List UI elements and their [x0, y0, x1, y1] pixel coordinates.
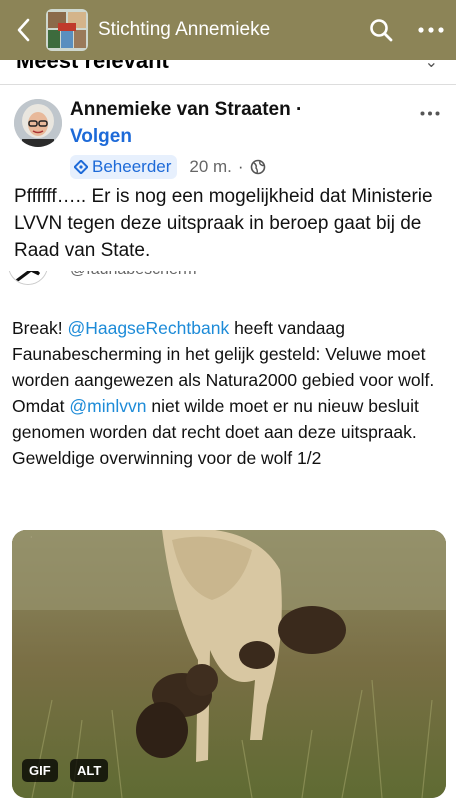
ellipsis-icon: [420, 111, 440, 116]
admin-badge-icon: [74, 160, 88, 174]
follow-button[interactable]: Volgen: [70, 126, 132, 148]
search-icon: [370, 19, 393, 42]
post-card: Annemieke van Straaten · Volgen Beheerde…: [0, 84, 456, 800]
admin-badge: Beheerder: [70, 155, 178, 179]
embed-text-part: Break!: [12, 318, 68, 338]
sort-heading: Meest relevant: [16, 60, 169, 73]
name-separator: ·: [295, 99, 303, 120]
sort-heading-peek: Meest relevant ⌄: [0, 60, 456, 84]
group-title: Stichting Annemieke: [98, 19, 271, 40]
group-header: Stichting Annemieke: [0, 0, 456, 60]
admin-badge-label: Beheerder: [92, 157, 172, 176]
author-name[interactable]: Annemieke van Straaten: [70, 99, 291, 120]
post-header: Annemieke van Straaten · Volgen Beheerde…: [0, 85, 456, 271]
embed-handle[interactable]: @faunabescherm: [70, 271, 197, 279]
embed-avatar[interactable]: [8, 271, 48, 285]
time-separator: ·: [237, 157, 244, 176]
group-thumbnail[interactable]: [46, 9, 88, 51]
post-meta: Beheerder 20 m. ·: [70, 155, 266, 179]
post-text: Pffffff….. Er is nog een mogelijkheid da…: [14, 186, 433, 261]
svg-text:·: ·: [30, 533, 33, 542]
ellipsis-icon: [418, 27, 444, 33]
post-time[interactable]: 20 m.: [189, 157, 232, 177]
author-name-line: Annemieke van Straaten ·: [70, 99, 302, 121]
search-button[interactable]: [356, 0, 406, 60]
embedded-tweet[interactable]: @faunabescherm Break! @HaagseRechtbank h…: [0, 271, 456, 800]
gif-badge: GIF: [22, 759, 58, 782]
chevron-down-icon[interactable]: ⌄: [425, 60, 438, 72]
wolf-with-pups-image[interactable]: · GIF ALT: [12, 530, 446, 798]
back-button[interactable]: [0, 0, 46, 60]
chevron-left-icon: [17, 18, 30, 42]
more-options-button[interactable]: [406, 0, 456, 60]
author-avatar[interactable]: [14, 99, 62, 147]
embed-text: Break! @HaagseRechtbank heeft vandaag Fa…: [12, 315, 448, 471]
mention-haagserechtbank[interactable]: @HaagseRechtbank: [67, 318, 229, 338]
globe-icon: [250, 159, 265, 175]
mention-minlvvn[interactable]: @minlvvn: [69, 396, 146, 416]
post-more-button[interactable]: [420, 103, 440, 121]
alt-button[interactable]: ALT: [70, 759, 109, 782]
